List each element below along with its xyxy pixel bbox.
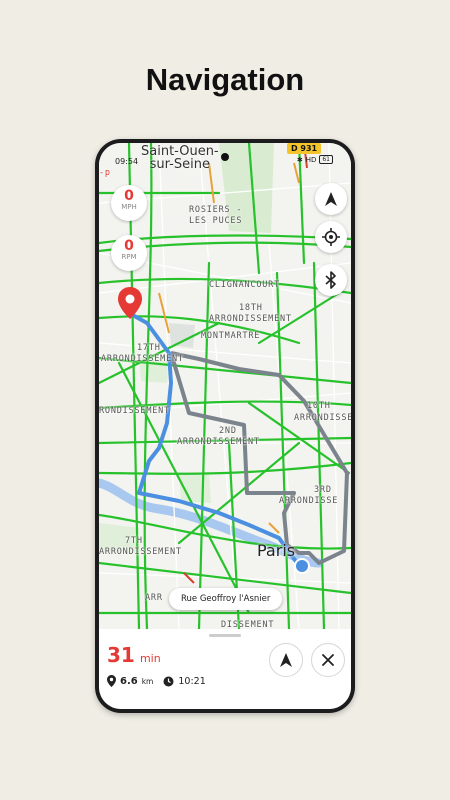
map-label: ARRONDISSEMENT: [101, 354, 184, 364]
status-icons: ✱ HD 61: [297, 155, 333, 164]
map-label: 10TH: [307, 401, 331, 411]
battery-icon: 61: [319, 155, 333, 164]
clock-icon: [163, 676, 174, 686]
speed-value: 0: [124, 188, 134, 204]
map-label: 3RD: [314, 485, 332, 495]
arrival-time: 10:21: [178, 675, 206, 687]
location-pin-icon: [107, 675, 116, 687]
navigation-arrow-icon: [280, 653, 292, 667]
map-city-label: Paris: [257, 541, 296, 560]
map-label: 18TH: [239, 303, 263, 313]
map-label: RONDISSEMENT: [99, 406, 171, 416]
front-camera: [221, 153, 229, 161]
road-badge: D 931: [287, 143, 322, 154]
bluetooth-icon: [325, 271, 336, 289]
rpm-gauge: 0 RPM: [111, 235, 147, 271]
map-label: ARRONDISSEMENT: [209, 314, 292, 324]
speed-unit: MPH: [121, 203, 137, 211]
map-label: -p: [99, 168, 111, 178]
map-label: LES PUCES: [189, 216, 243, 226]
phone-frame: Saint-Ouen- sur-Seine ROSIERS - LES PUCE…: [95, 139, 355, 713]
locate-button[interactable]: [315, 221, 347, 253]
panel-drag-handle[interactable]: [209, 634, 241, 637]
map-label: ARR: [145, 593, 163, 603]
eta-value: 31: [107, 643, 135, 667]
hd-label: HD: [305, 155, 317, 164]
map-label: ARRONDISSEMENT: [177, 437, 260, 447]
rpm-value: 0: [124, 238, 134, 254]
bluetooth-status-icon: ✱: [296, 155, 303, 164]
map-label: ROSIERS -: [189, 205, 243, 215]
map-label: ARRONDISSE: [279, 496, 339, 506]
phone-screen: Saint-Ouen- sur-Seine ROSIERS - LES PUCE…: [99, 143, 351, 709]
top-city-line-2: sur-Seine: [149, 157, 210, 172]
speed-gauge: 0 MPH: [111, 185, 147, 221]
navigation-arrow-icon: [325, 192, 337, 206]
rpm-unit: RPM: [121, 253, 137, 261]
map-label: ARRONDISSEMENT: [99, 547, 182, 557]
distance-unit: km: [141, 676, 154, 686]
trip-panel: 31 min 6.6 km 10:21: [99, 629, 351, 709]
page-headline: Navigation: [145, 62, 305, 97]
eta-unit: min: [139, 652, 161, 665]
map-label: 2ND: [219, 426, 237, 436]
close-icon: [322, 654, 334, 666]
current-street-chip[interactable]: Rue Geoffroy l'Asnier: [169, 588, 283, 610]
map-label: 17TH: [137, 343, 161, 353]
destination-pin-icon[interactable]: [117, 286, 143, 322]
compass-button[interactable]: [315, 183, 347, 215]
map-label: MONTMARTRE: [201, 331, 261, 341]
map-label: 7TH: [125, 536, 143, 546]
bluetooth-button[interactable]: [315, 264, 347, 296]
map-label: CLIGNANCOURT: [209, 280, 281, 290]
crosshair-icon: [322, 228, 340, 246]
status-time: 09:54: [115, 157, 139, 166]
map-label-top-city: Saint-Ouen- sur-Seine: [141, 145, 219, 171]
start-navigation-button[interactable]: [269, 643, 303, 677]
eta: 31 min: [107, 643, 161, 667]
trip-meta: 6.6 km 10:21: [107, 675, 206, 687]
close-navigation-button[interactable]: [311, 643, 345, 677]
map-label: ARRONDISSE: [294, 413, 351, 423]
distance-value: 6.6: [120, 675, 138, 687]
